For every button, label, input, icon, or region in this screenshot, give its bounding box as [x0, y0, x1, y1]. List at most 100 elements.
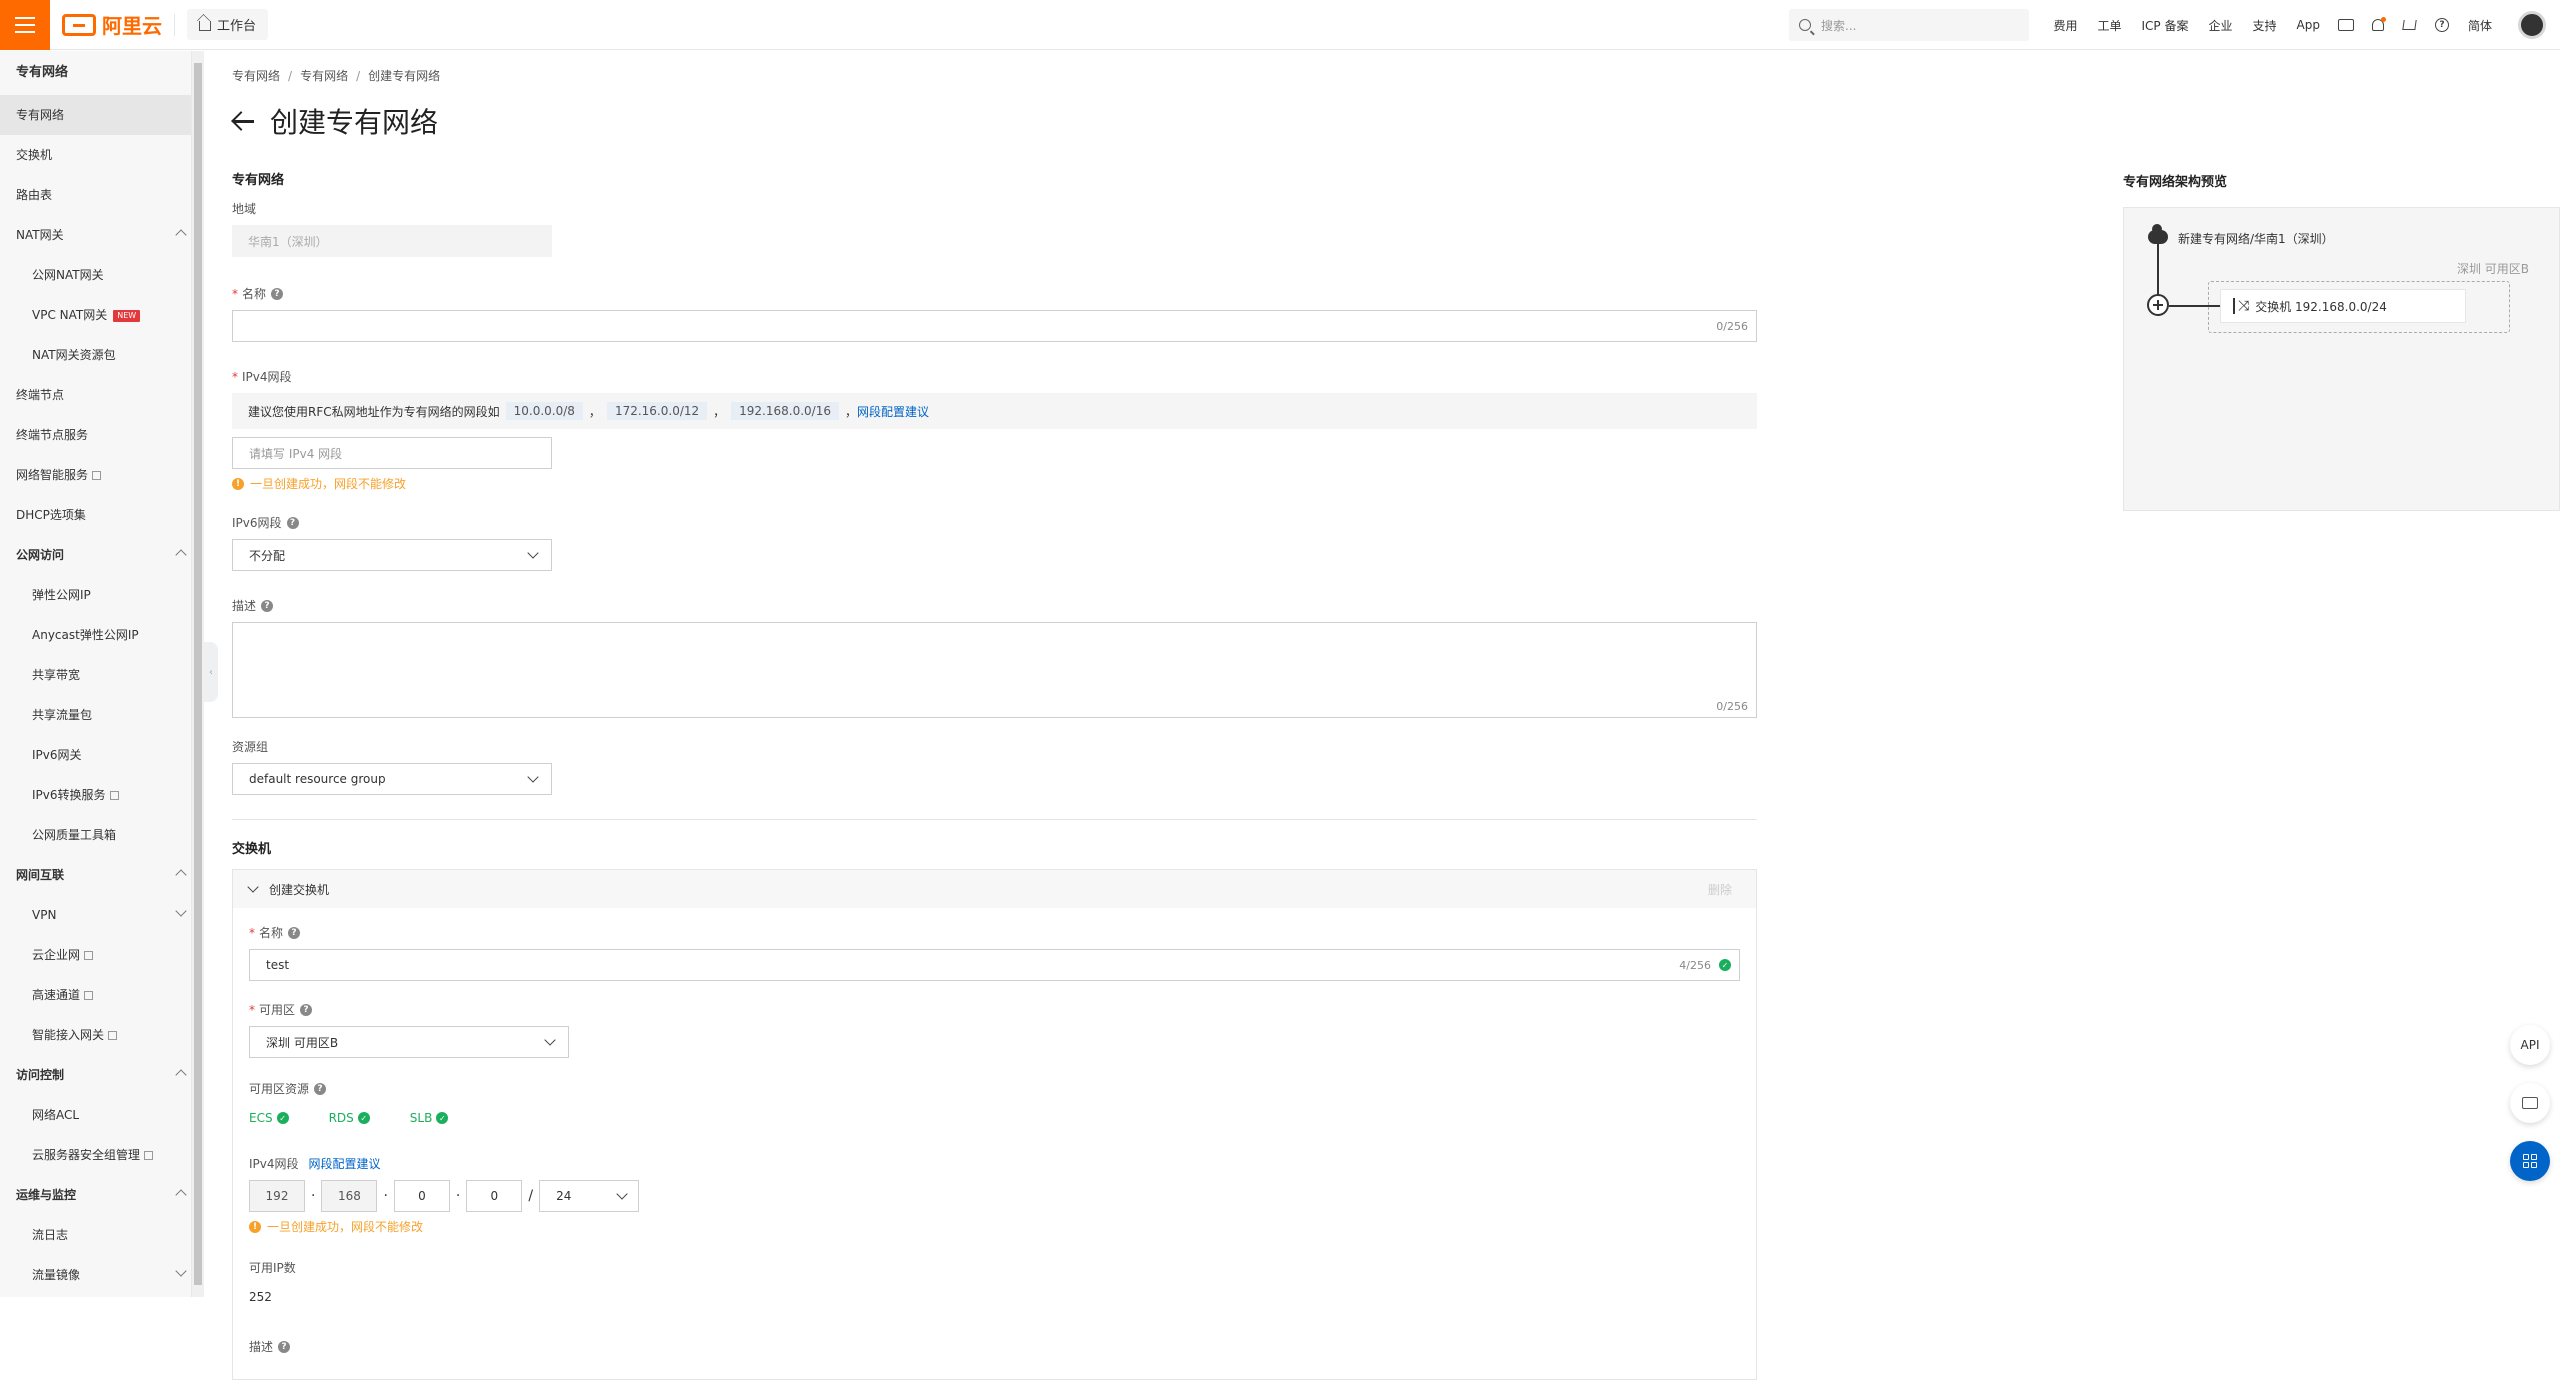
bell-icon[interactable] — [2362, 17, 2394, 31]
resource-rds: RDS ✓ — [329, 1111, 370, 1125]
help-icon[interactable]: ? — [300, 1003, 313, 1016]
sidebar-group-interconnect[interactable]: 网间互联 — [0, 855, 191, 895]
logo-text: 阿里云 — [102, 14, 162, 38]
nav-fees[interactable]: 费用 — [2043, 17, 2087, 34]
apps-grid-icon — [2523, 1154, 2537, 1168]
sidebar-item-nat-package[interactable]: NAT网关资源包 — [0, 335, 191, 375]
hamburger-menu-icon[interactable] — [0, 0, 50, 50]
cidr-tag[interactable]: 192.168.0.0/16 — [731, 402, 839, 420]
sidebar-group-label: 访问控制 — [16, 1068, 65, 1082]
sidebar-item-flow-log[interactable]: 流日志 — [0, 1215, 191, 1255]
mask-select[interactable]: 24 — [539, 1180, 640, 1212]
sidebar-scrollbar[interactable] — [192, 51, 204, 1297]
help-icon[interactable]: ? — [288, 926, 301, 939]
ipv6-select-value: 不分配 — [249, 548, 286, 563]
sidebar-item-endpoint-service[interactable]: 终端节点服务 — [0, 415, 191, 455]
vswitch-panel-header[interactable]: 创建交换机 删除 — [233, 870, 1756, 908]
search-placeholder: 搜索... — [1821, 18, 1857, 33]
vpc-name-input[interactable]: 0/256 — [232, 310, 1757, 342]
apps-button[interactable] — [2510, 1141, 2550, 1181]
sidebar-item-vpn[interactable]: VPN — [0, 895, 191, 935]
sidebar-item-vpc[interactable]: 专有网络 — [0, 95, 191, 135]
terminal-icon[interactable] — [2330, 19, 2362, 31]
help-icon[interactable]: ? — [271, 287, 284, 300]
help-icon[interactable]: ? — [2426, 18, 2458, 32]
avatar[interactable] — [2518, 11, 2546, 39]
switch-icon: ⤨ — [2233, 298, 2249, 314]
ipv4-octet-row: 192 · 168 · 0 · 0 / 24 — [249, 1180, 1740, 1212]
sidebar-item-eip[interactable]: 弹性公网IP — [0, 575, 191, 615]
help-icon[interactable]: ? — [261, 599, 274, 612]
vswitch-desc-label: 描述? — [249, 1338, 1740, 1355]
global-search-input[interactable]: 搜索... — [1789, 9, 2029, 41]
sidebar-item-vswitch[interactable]: 交换机 — [0, 135, 191, 175]
sidebar-group-ops-monitor[interactable]: 运维与监控 — [0, 1175, 191, 1215]
sidebar-item-cen[interactable]: 云企业网 — [0, 935, 191, 975]
sidebar-group-nat[interactable]: NAT网关 — [0, 215, 191, 255]
nav-tickets[interactable]: 工单 — [2088, 17, 2132, 34]
ip-octet-4-input[interactable]: 0 — [466, 1180, 523, 1212]
sidebar-item-public-quality[interactable]: 公网质量工具箱 — [0, 815, 191, 855]
search-icon — [1799, 19, 1811, 31]
workbench-button[interactable]: 工作台 — [187, 9, 269, 40]
chevron-up-icon — [175, 549, 187, 561]
sidebar-item-traffic-mirror[interactable]: 流量镜像 — [0, 1255, 191, 1295]
api-icon: API — [2520, 1038, 2540, 1052]
ipv4-cidr-input[interactable]: 请填写 IPv4 网段 — [232, 437, 552, 469]
help-icon[interactable]: ? — [286, 516, 299, 529]
cidr-suggestion-link[interactable]: 网段配置建议 — [309, 1155, 381, 1172]
back-arrow-icon[interactable] — [232, 110, 254, 132]
zone-select[interactable]: 深圳 可用区B — [249, 1026, 569, 1058]
help-icon[interactable]: ? — [278, 1340, 291, 1353]
sidebar-item-smart-access[interactable]: 智能接入网关 — [0, 1015, 191, 1055]
nav-support[interactable]: 支持 — [2243, 17, 2287, 34]
sidebar-item-route-table[interactable]: 路由表 — [0, 175, 191, 215]
ipv6-select[interactable]: 不分配 — [232, 539, 552, 571]
available-ip-label: 可用IP数 — [249, 1259, 1740, 1276]
sidebar-group-public-access[interactable]: 公网访问 — [0, 535, 191, 575]
cidr-tag[interactable]: 172.16.0.0/12 — [606, 402, 708, 420]
api-button[interactable]: API — [2510, 1025, 2550, 1065]
nav-icp[interactable]: ICP 备案 — [2132, 17, 2199, 34]
sidebar-item-endpoint[interactable]: 终端节点 — [0, 375, 191, 415]
ip-octet-2: 168 — [321, 1180, 378, 1212]
sidebar-item-anycast-eip[interactable]: Anycast弹性公网IP — [0, 615, 191, 655]
sidebar-item-dhcp[interactable]: DHCP选项集 — [0, 495, 191, 535]
resource-label: SLB — [409, 1111, 433, 1125]
language-switch[interactable]: 简体 — [2458, 17, 2502, 34]
aliyun-logo[interactable]: 阿里云 — [62, 10, 162, 39]
sidebar-group-access-control[interactable]: 访问控制 — [0, 1055, 191, 1095]
ipv6-label-text: IPv6网段 — [232, 516, 282, 530]
sidebar-item-network-intel[interactable]: 网络智能服务 — [0, 455, 191, 495]
help-icon[interactable]: ? — [314, 1082, 327, 1095]
sidebar-item-express-connect[interactable]: 高速通道 — [0, 975, 191, 1015]
delete-button[interactable]: 删除 — [1708, 881, 1732, 898]
required-mark: * — [249, 1002, 255, 1017]
scrollbar-thumb[interactable] — [194, 63, 202, 1285]
breadcrumb-item[interactable]: 专有网络 — [232, 69, 280, 83]
ip-octet-3-input[interactable]: 0 — [393, 1180, 450, 1212]
breadcrumb-current: 创建专有网络 — [368, 69, 441, 83]
sidebar-item-ipv6-gateway[interactable]: IPv6网关 — [0, 735, 191, 775]
region-label: 地域 — [232, 200, 1757, 217]
sidebar-item-shared-bandwidth[interactable]: 共享带宽 — [0, 655, 191, 695]
page-title: 创建专有网络 — [232, 101, 438, 141]
sidebar-item-ipv6-translation[interactable]: IPv6转换服务 — [0, 775, 191, 815]
resource-group-select[interactable]: default resource group — [232, 763, 552, 795]
nav-enterprise[interactable]: 企业 — [2199, 17, 2243, 34]
nav-app[interactable]: App — [2287, 18, 2330, 32]
sidebar-item-network-acl[interactable]: 网络ACL — [0, 1095, 191, 1135]
cidr-suggestion-link[interactable]: 网段配置建议 — [857, 403, 929, 420]
vpc-description-textarea[interactable]: 0/256 — [232, 622, 1757, 718]
sidebar-item-security-group[interactable]: 云服务器安全组管理 — [0, 1135, 191, 1175]
cart-icon[interactable] — [2394, 20, 2426, 30]
sidebar-item-shared-traffic[interactable]: 共享流量包 — [0, 695, 191, 735]
chat-button[interactable] — [2510, 1083, 2550, 1123]
vswitch-name-input[interactable]: test 4/256 ✓ — [249, 949, 1740, 981]
sidebar-collapse-handle[interactable]: ‹ — [204, 642, 218, 702]
vswitch-name-label: * 名称? — [249, 924, 1740, 941]
sidebar-item-vpc-nat[interactable]: VPC NAT网关 NEW — [0, 295, 191, 335]
cidr-tag[interactable]: 10.0.0.0/8 — [505, 402, 583, 420]
sidebar-item-public-nat[interactable]: 公网NAT网关 — [0, 255, 191, 295]
breadcrumb-item[interactable]: 专有网络 — [300, 69, 348, 83]
